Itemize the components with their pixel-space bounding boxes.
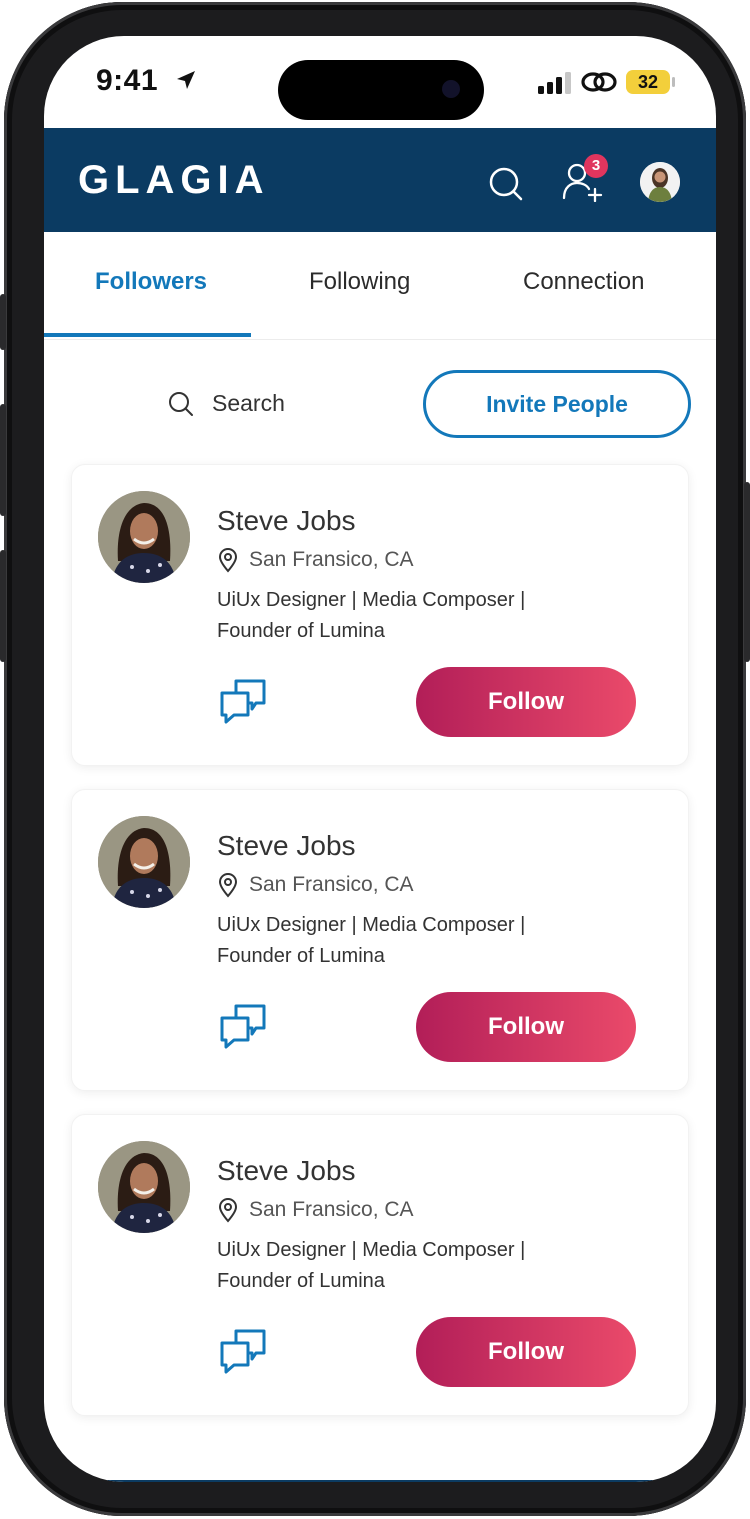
follow-button[interactable]: Follow xyxy=(416,992,636,1062)
location-text: San Fransico, CA xyxy=(249,873,414,896)
location-text: San Fransico, CA xyxy=(249,1198,414,1221)
follow-button[interactable]: Follow xyxy=(416,667,636,737)
person-bio: UiUx Designer | Media Composer | Founder… xyxy=(217,585,637,647)
invite-people-button[interactable]: Invite People xyxy=(423,370,691,438)
person-location: San Fransico, CA xyxy=(217,872,414,898)
person-photo-icon xyxy=(98,1141,190,1233)
location-arrow-icon xyxy=(177,71,195,89)
battery-tip xyxy=(672,77,675,87)
status-bar: 9:41 32 xyxy=(44,36,716,128)
battery-indicator: 32 xyxy=(626,70,670,94)
follower-card: Steve Jobs San Fransico, CA UiUx Designe… xyxy=(71,789,689,1091)
chat-icon[interactable] xyxy=(218,677,268,725)
app-header: GLAGIA 3 xyxy=(44,128,716,232)
follower-card: Steve Jobs San Fransico, CA UiUx Designe… xyxy=(71,1114,689,1416)
link-icon xyxy=(581,72,617,92)
active-tab-indicator xyxy=(44,333,251,337)
person-location: San Fransico, CA xyxy=(217,1197,414,1223)
bio-line: UiUx Designer | Media Composer | xyxy=(217,1239,526,1261)
brand-logo[interactable]: GLAGIA xyxy=(78,158,270,203)
profile-photo-icon xyxy=(640,162,680,202)
pin-icon xyxy=(218,548,238,573)
tab-bar: Followers Following Connection xyxy=(44,232,716,340)
search-input[interactable]: Search xyxy=(168,390,285,417)
pin-icon xyxy=(218,1198,238,1223)
search-placeholder: Search xyxy=(212,390,285,416)
notification-badge: 3 xyxy=(584,154,608,178)
bio-line: UiUx Designer | Media Composer | xyxy=(217,914,526,936)
person-bio: UiUx Designer | Media Composer | Founder… xyxy=(217,910,637,972)
tab-connection[interactable]: Connection xyxy=(523,268,644,296)
signal-icon xyxy=(538,72,571,94)
chat-icon[interactable] xyxy=(218,1327,268,1375)
person-bio: UiUx Designer | Media Composer | Founder… xyxy=(217,1235,637,1297)
bio-line: UiUx Designer | Media Composer | xyxy=(217,589,526,611)
screen: 9:41 32 GLAGIA 3 Followers Following Con… xyxy=(44,36,716,1482)
bio-line: Founder of Lumina xyxy=(217,1270,385,1292)
avatar[interactable] xyxy=(98,1141,190,1233)
tab-followers[interactable]: Followers xyxy=(95,268,207,296)
chat-icon[interactable] xyxy=(218,1002,268,1050)
search-row: Search Invite People xyxy=(44,340,716,464)
volume-down-button xyxy=(0,550,6,662)
bio-line: Founder of Lumina xyxy=(217,945,385,967)
avatar[interactable] xyxy=(98,491,190,583)
dynamic-island xyxy=(278,60,484,120)
power-button xyxy=(744,482,750,662)
avatar[interactable] xyxy=(98,816,190,908)
action-button xyxy=(0,294,6,350)
person-photo-icon xyxy=(98,816,190,908)
follow-button[interactable]: Follow xyxy=(416,1317,636,1387)
volume-up-button xyxy=(0,404,6,516)
phone-frame: 9:41 32 GLAGIA 3 Followers Following Con… xyxy=(0,2,750,1516)
camera-icon xyxy=(442,80,460,98)
search-icon xyxy=(169,391,193,416)
bio-line: Founder of Lumina xyxy=(217,620,385,642)
location-text: San Fransico, CA xyxy=(249,548,414,571)
person-name[interactable]: Steve Jobs xyxy=(217,1155,356,1187)
bottom-nav-edge xyxy=(106,1480,654,1482)
tab-following[interactable]: Following xyxy=(309,268,410,296)
search-icon[interactable] xyxy=(488,166,524,202)
follower-card: Steve Jobs San Fransico, CA UiUx Designe… xyxy=(71,464,689,766)
pin-icon xyxy=(218,873,238,898)
profile-avatar[interactable] xyxy=(640,162,680,202)
person-name[interactable]: Steve Jobs xyxy=(217,505,356,537)
status-time: 9:41 xyxy=(96,64,159,97)
person-location: San Fransico, CA xyxy=(217,547,414,573)
person-photo-icon xyxy=(98,491,190,583)
person-name[interactable]: Steve Jobs xyxy=(217,830,356,862)
